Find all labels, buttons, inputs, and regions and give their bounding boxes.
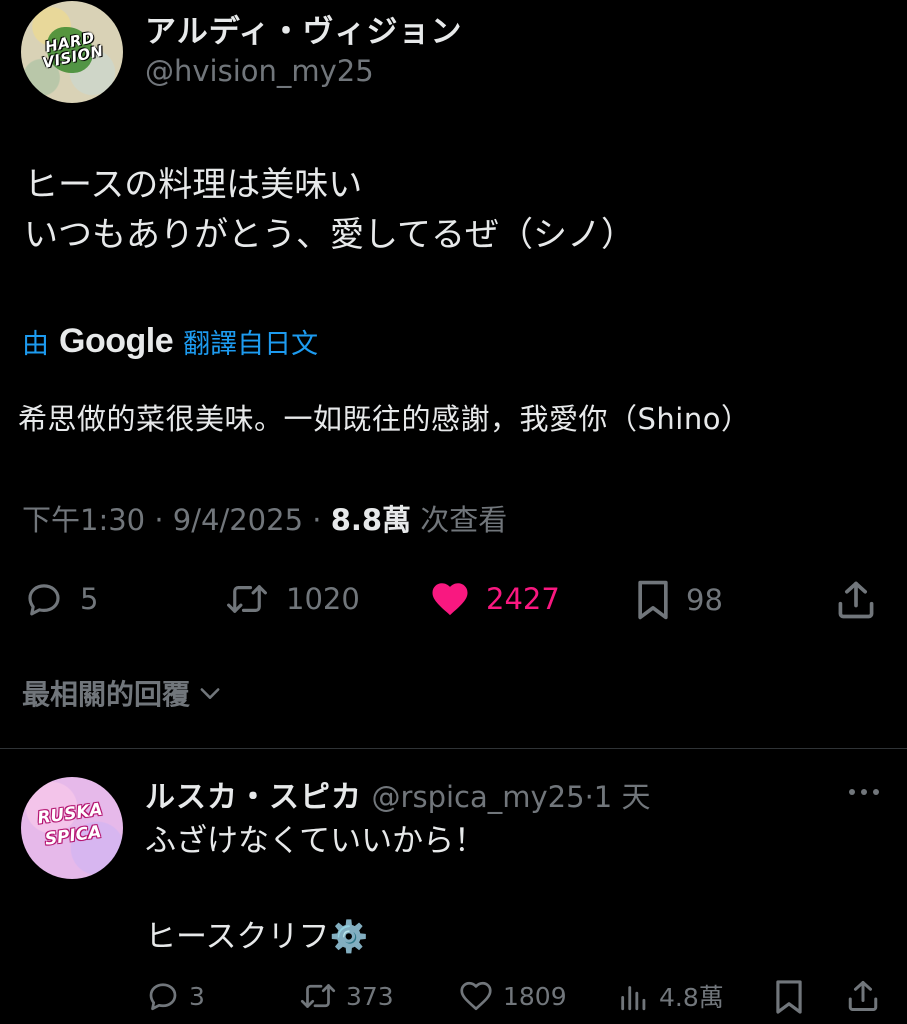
reply-text-line: ヒースクリフ⚙️ — [145, 919, 369, 955]
author-display-name[interactable]: アルディ・ヴィジョン — [145, 6, 463, 51]
more-options-button[interactable] — [846, 780, 882, 808]
translation-prefix: 由 — [22, 329, 49, 360]
translation-attribution[interactable]: 由 Google 翻譯自日文 — [22, 322, 318, 361]
reply-views-button[interactable]: 4.8萬 — [617, 978, 724, 1014]
views-label: 次查看 — [420, 503, 508, 537]
reply-views-count: 4.8萬 — [659, 983, 724, 1012]
reply-icon — [149, 983, 177, 1011]
reply-author-display-name[interactable]: ルスカ・スピカ — [145, 780, 362, 815]
meta-separator: · — [584, 780, 594, 814]
more-dots-icon — [849, 789, 879, 795]
reply-avatar-logo-text: RUSKA SPICA — [36, 799, 104, 850]
reply-like-count: 1809 — [503, 981, 567, 1011]
analytics-icon — [621, 986, 646, 1011]
retweet-button[interactable]: 1020 — [222, 578, 360, 620]
retweet-icon — [227, 585, 267, 613]
tweet-text: ヒースの料理は美味い いつもありがとう、愛してるぜ（シノ） — [24, 160, 635, 260]
like-count: 2427 — [486, 582, 560, 616]
reply-count: 5 — [80, 582, 99, 616]
author-avatar[interactable]: HARD VISION — [21, 1, 123, 103]
tweet-meta: 下午1:30 · 9/4/2025 · 8.8萬 次查看 — [22, 497, 507, 539]
reply-bookmark-button[interactable] — [772, 978, 806, 1016]
views-count: 8.8萬 — [330, 503, 412, 537]
bookmark-button[interactable]: 98 — [634, 578, 723, 622]
reply-author-handle[interactable]: @rspica_my25 — [372, 780, 585, 814]
reply-author-line: ルスカ・スピカ @rspica_my25·1 天 — [145, 772, 650, 816]
reply-retweet-button[interactable]: 373 — [298, 978, 394, 1014]
replies-sort-dropdown[interactable]: 最相關的回覆 — [22, 673, 224, 713]
divider — [0, 748, 907, 749]
heart-icon — [460, 981, 492, 1011]
meta-separator: · — [312, 503, 331, 537]
reply-like-button[interactable]: 1809 — [457, 978, 567, 1014]
reply-retweet-count: 373 — [346, 981, 394, 1011]
author-handle[interactable]: @hvision_my25 — [145, 54, 374, 88]
reply-age[interactable]: 1 天 — [594, 780, 651, 814]
tweet-text-line: ヒースの料理は美味い — [24, 165, 363, 205]
meta-separator: · — [154, 503, 173, 537]
reply-text-line — [145, 865, 485, 913]
translation-suffix: 翻譯自日文 — [183, 329, 319, 360]
bookmark-icon — [776, 980, 802, 1014]
share-icon — [848, 981, 878, 1011]
retweet-count: 1020 — [286, 582, 360, 616]
reply-reply-button[interactable]: 3 — [145, 978, 205, 1014]
reply-text-line: ふざけなくていいから！ — [145, 823, 486, 859]
reply-author-avatar[interactable]: RUSKA SPICA — [21, 777, 123, 879]
share-button[interactable] — [834, 578, 878, 622]
reply-icon — [28, 584, 60, 616]
reply-share-button[interactable] — [845, 978, 881, 1014]
replies-sort-label: 最相關的回覆 — [22, 678, 191, 711]
bookmark-count: 98 — [686, 583, 723, 617]
retweet-icon — [300, 984, 336, 1008]
translated-text: 希思做的菜很美味。一如既往的感謝，我愛你（Shino） — [18, 402, 751, 436]
share-icon — [838, 581, 874, 619]
reply-button[interactable]: 5 — [22, 578, 98, 620]
like-button[interactable]: 2427 — [428, 578, 560, 620]
heart-filled-icon — [432, 583, 468, 616]
tweet-time[interactable]: 下午1:30 — [22, 503, 145, 537]
reply-text: ふざけなくていいから！ ヒースクリフ⚙️ — [145, 817, 485, 961]
google-logo-text: Google — [59, 322, 174, 360]
reply-reply-count: 3 — [189, 981, 205, 1011]
bookmark-icon — [638, 580, 668, 620]
tweet-date[interactable]: 9/4/2025 — [173, 503, 303, 537]
tweet-text-line: いつもありがとう、愛してるぜ（シノ） — [24, 215, 635, 255]
chevron-down-icon — [200, 688, 220, 699]
